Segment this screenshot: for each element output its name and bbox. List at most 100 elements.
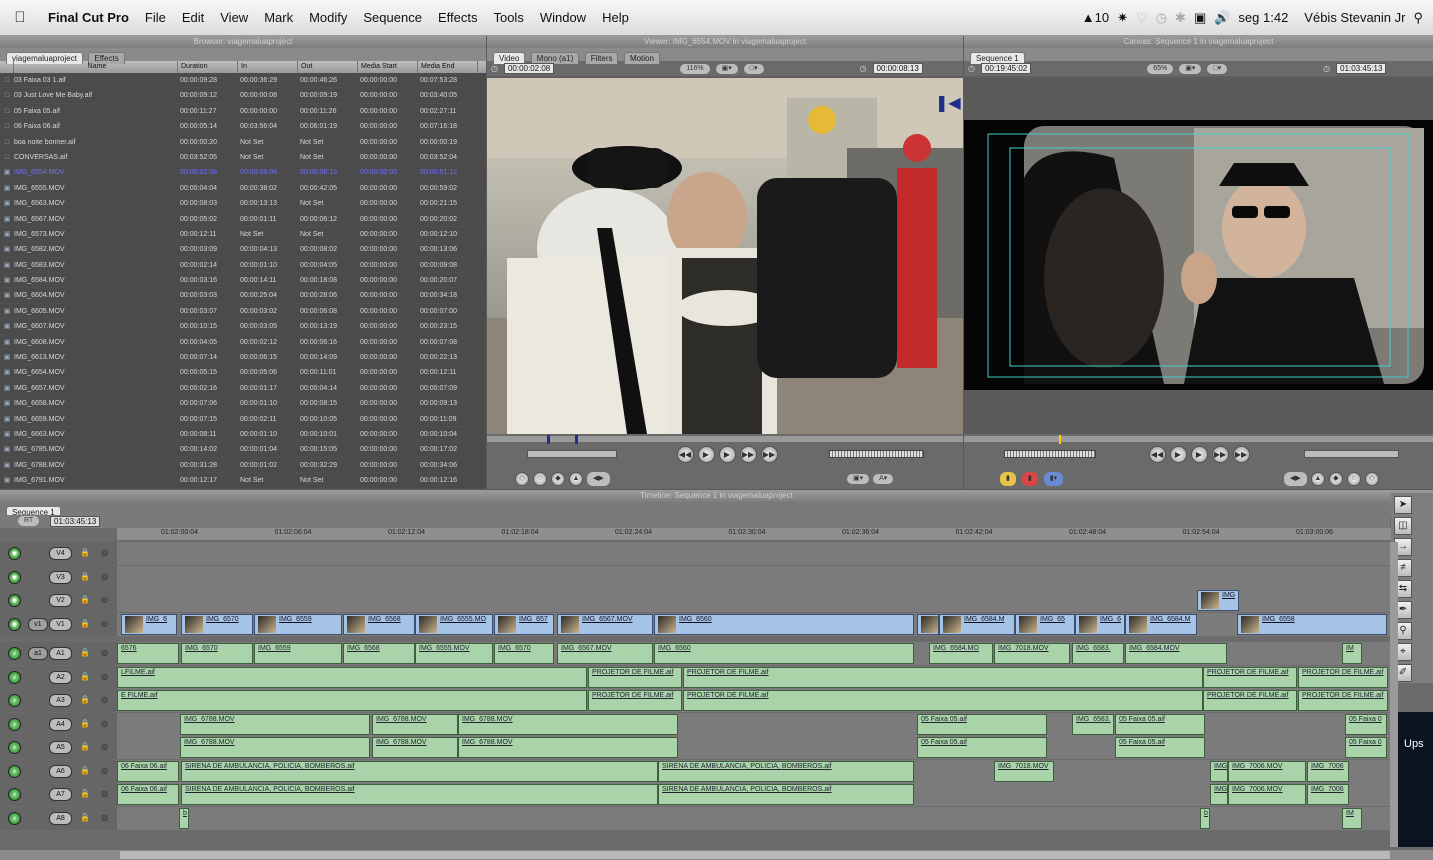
- tab-motion[interactable]: Motion: [623, 52, 660, 64]
- track-destination[interactable]: V1: [49, 617, 72, 631]
- auto-select-icon[interactable]: ◎: [101, 672, 108, 681]
- lock-icon[interactable]: 🔒: [80, 766, 90, 775]
- canvas-shuttle[interactable]: [1304, 450, 1399, 458]
- audio-clip[interactable]: SIRENA DE AMBULANCIA, POLICIA, BOMBEROS.…: [181, 784, 658, 805]
- menu-help[interactable]: Help: [594, 10, 637, 25]
- volume-icon[interactable]: 🔊: [1214, 10, 1230, 26]
- browser-row[interactable]: ▣ IMG_6607.MOV 00:00:10:15 00:00:03:05 00:00…: [0, 319, 486, 335]
- play-around-icon[interactable]: ▶▶: [739, 446, 757, 463]
- mark-in-out-icon[interactable]: ◀▶: [1284, 472, 1307, 486]
- add-keyframe-icon[interactable]: ◆: [551, 472, 565, 486]
- track-visibility-icon[interactable]: ◉: [8, 617, 21, 631]
- browser-row[interactable]: ▣ IMG_6584.MOV 00:00:03:16 00:00:14:11 00:00…: [0, 273, 486, 289]
- adobe-icon[interactable]: ▲10: [1082, 10, 1109, 25]
- lock-icon[interactable]: 🔒: [80, 548, 90, 557]
- audio-clip[interactable]: PROJETOR DE FILME.aif: [1298, 690, 1388, 711]
- audio-clip[interactable]: PROJETOR DE FILME.aif: [1203, 666, 1297, 688]
- track-area[interactable]: [117, 565, 1390, 589]
- track-area[interactable]: IMG: [117, 589, 1390, 612]
- auto-select-icon[interactable]: ◎: [101, 648, 108, 657]
- col-duration[interactable]: Duration: [178, 61, 238, 73]
- track-area[interactable]: E FILME.aif PROJETOR DE FILME.aif PROJETOR…: [117, 689, 1390, 712]
- browser-row[interactable]: ▣ IMG_6555.MOV 00:00:04:04 00:00:38:02 00:00…: [0, 181, 486, 197]
- audio-clip[interactable]: E FILME.aif: [117, 690, 587, 711]
- auto-select-icon[interactable]: ◎: [101, 595, 108, 604]
- audio-clip[interactable]: 05 Faixa 0: [1345, 737, 1387, 758]
- next-edit-icon[interactable]: ▶▶: [1232, 446, 1250, 463]
- timeline-scrollbar[interactable]: [1390, 542, 1398, 847]
- menu-tools[interactable]: Tools: [485, 10, 531, 25]
- track-destination[interactable]: A4: [49, 717, 72, 731]
- track-visibility-icon[interactable]: ♪: [8, 647, 21, 660]
- viewer-video-frame[interactable]: ❚◀: [487, 78, 963, 434]
- col-media-end[interactable]: Media End: [418, 61, 478, 73]
- browser-row[interactable]: □ CONVERSAS.aif 00:03:52:05 Not Set Not Set 0…: [0, 150, 486, 166]
- canvas-view-popup[interactable]: ▣▾: [1179, 63, 1202, 74]
- browser-row[interactable]: ▣ IMG_6567.MOV 00:00:05:02 00:00:01:11 00:00…: [0, 212, 486, 227]
- track-area[interactable]: 6576 IMG_6570 IMG_6559 IMG_6568 IMG_6555.MOV…: [117, 642, 1390, 665]
- track-visibility-icon[interactable]: ◉: [8, 547, 21, 560]
- audio-clip[interactable]: SIRENA DE AMBULANCIA, POLICIA, BOMBEROS.…: [658, 784, 914, 805]
- add-marker-icon[interactable]: ▲: [569, 472, 583, 486]
- browser-row[interactable]: ▣ IMG_6663.MOV 00:00:08:11 00:00:01:10 00:00…: [0, 427, 486, 443]
- track-visibility-icon[interactable]: ◉: [8, 594, 21, 607]
- selection-tool-icon[interactable]: ➤: [1394, 496, 1412, 514]
- rt-popup[interactable]: RT: [18, 516, 40, 526]
- video-clip[interactable]: IMG_657: [494, 613, 554, 635]
- video-clip[interactable]: IMG_6584.M: [939, 613, 1015, 635]
- audio-clip[interactable]: IMG_7006.MOV: [1228, 784, 1306, 805]
- audio-clip[interactable]: IMG_6570: [181, 643, 253, 664]
- script-icon[interactable]: ✷: [1117, 10, 1128, 26]
- video-clip[interactable]: IMG_6570: [181, 613, 253, 635]
- audio-clip[interactable]: PROJETOR DE FILME.aif: [683, 690, 1203, 711]
- lock-icon[interactable]: 🔒: [80, 742, 90, 751]
- menu-edit[interactable]: Edit: [174, 10, 212, 25]
- track-destination[interactable]: A1: [49, 647, 72, 660]
- track-area[interactable]: [117, 542, 1390, 565]
- video-clip[interactable]: IMG_6559: [254, 613, 342, 635]
- clock-icon[interactable]: ◷: [1156, 10, 1167, 26]
- video-clip[interactable]: IMG_6560: [654, 613, 914, 635]
- audio-clip[interactable]: 06 Faixa 06.aif: [117, 760, 179, 782]
- video-clip[interactable]: IMG_6558: [1237, 613, 1387, 635]
- audio-clip[interactable]: IMG_7018.MOV: [994, 643, 1070, 664]
- browser-row[interactable]: ▣ IMG_6785.MOV 00:00:14:02 00:00:01:04 00:00…: [0, 442, 486, 458]
- browser-row[interactable]: ▣ IMG_6659.MOV 00:00:07:15 00:00:02:11 00:00…: [0, 412, 486, 427]
- auto-select-icon[interactable]: ◎: [101, 619, 108, 628]
- add-marker-icon[interactable]: ▲: [1310, 472, 1325, 486]
- browser-row[interactable]: ▣ IMG_6657.MOV 00:00:02:16 00:00:01:17 00:00…: [0, 381, 486, 397]
- track-visibility-icon[interactable]: ♪: [8, 764, 21, 778]
- track-area[interactable]: IMG_6788.MOV IMG_6788.MOV IMG_6788.MOV 05 F…: [117, 736, 1390, 759]
- canvas-timecode[interactable]: 00:19:45:02: [980, 63, 1032, 74]
- browser-row[interactable]: ▣ IMG_6573.MOV 00:00:12:11 Not Set Not Set 00…: [0, 227, 486, 243]
- canvas-display-popup[interactable]: □▾: [1207, 63, 1228, 74]
- browser-row[interactable]: ▣ IMG_6604.MOV 00:00:03:03 00:00:25:04 00:00…: [0, 288, 486, 304]
- shuttle-slider[interactable]: [527, 450, 617, 458]
- browser-row[interactable]: □ 03 Just Love Me Baby.aif 00:00:09:12 00:0…: [0, 88, 486, 104]
- audio-clip[interactable]: 05 Faixa 05.aif: [1115, 737, 1205, 758]
- track-visibility-icon[interactable]: ◉: [8, 570, 21, 584]
- track-destination[interactable]: V2: [49, 594, 72, 607]
- lock-icon[interactable]: 🔒: [80, 672, 90, 681]
- track-destination[interactable]: V4: [49, 547, 72, 560]
- browser-row[interactable]: ▣ IMG_6791.MOV 00:00:12:17 Not Set Not Set 00…: [0, 473, 486, 489]
- track-area[interactable]: IMG_6 IMG_6570 IMG_6559 IMG_6568 IMG_6555.MO…: [117, 612, 1390, 636]
- audio-clip[interactable]: 06 Faixa 06.aif: [117, 784, 179, 805]
- track-destination[interactable]: V3: [49, 570, 72, 584]
- menu-mark[interactable]: Mark: [256, 10, 301, 25]
- audio-clip[interactable]: PROJETOR DE FILME.aif: [683, 666, 1203, 688]
- play-icon[interactable]: ▶: [1190, 446, 1208, 463]
- browser-row[interactable]: □ 03 Faixa 03 1.aif 00:00:09:28 00:00:36:29…: [0, 73, 486, 89]
- canvas-scrubber[interactable]: [964, 435, 1433, 444]
- track-area[interactable]: 06 Faixa 06.aif SIRENA DE AMBULANCIA, POL…: [117, 759, 1390, 783]
- track-destination[interactable]: A5: [49, 741, 72, 754]
- audio-clip[interactable]: IMG_6788.MOV: [180, 713, 370, 735]
- browser-row[interactable]: ▣ IMG_6608.MOV 00:00:04:05 00:00:02:12 00:00…: [0, 335, 486, 351]
- menu-file[interactable]: File: [137, 10, 174, 25]
- user-name[interactable]: Vébis Stevanin Jr: [1304, 10, 1405, 25]
- video-clip[interactable]: IMG_6584.M: [1125, 613, 1197, 635]
- col-in[interactable]: In: [238, 61, 298, 73]
- track-visibility-icon[interactable]: ♪: [8, 694, 21, 707]
- shape-icon[interactable]: ♡: [1136, 10, 1148, 26]
- replace-edit-icon[interactable]: ▮▾: [1043, 472, 1064, 486]
